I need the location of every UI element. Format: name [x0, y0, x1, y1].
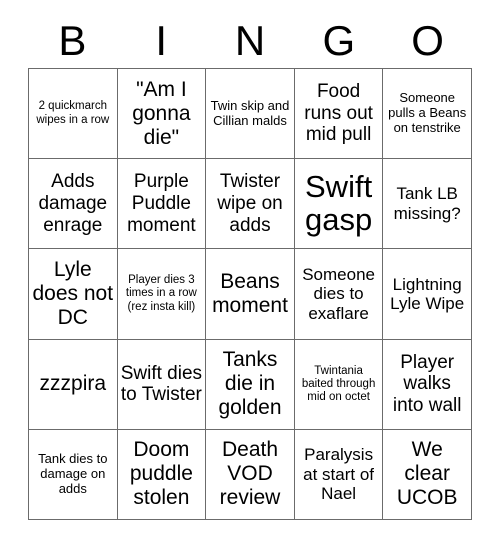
- bingo-cell[interactable]: Tank dies to damage on adds: [29, 429, 118, 520]
- bingo-cell-label: Twintania baited through mid on octet: [301, 364, 376, 403]
- bingo-cell[interactable]: Doom puddle stolen: [117, 429, 207, 520]
- bingo-cell-label: Paralysis at start of Nael: [303, 445, 375, 504]
- bingo-header-letter-g: G: [322, 17, 356, 64]
- bingo-cell[interactable]: zzzpira: [29, 339, 118, 430]
- bingo-cell[interactable]: Beans moment: [206, 249, 295, 340]
- bingo-cell-label: We clear UCOB: [396, 438, 458, 510]
- bingo-cell[interactable]: "Am I gonna die": [117, 69, 207, 160]
- bingo-cell-label: Purple Puddle moment: [127, 171, 196, 236]
- bingo-cell[interactable]: Lightning Lyle Wipe: [383, 249, 472, 340]
- bingo-cell-label: Lightning Lyle Wipe: [390, 274, 465, 313]
- bingo-cell-label: Adds damage enrage: [38, 171, 108, 236]
- bingo-cell[interactable]: Lyle does not DC: [29, 249, 118, 340]
- bingo-cell[interactable]: Purple Puddle moment: [117, 159, 207, 250]
- bingo-cell[interactable]: Player walks into wall: [383, 339, 472, 430]
- bingo-cell[interactable]: Adds damage enrage: [29, 159, 118, 250]
- bingo-cell[interactable]: Twintania baited through mid on octet: [294, 339, 384, 430]
- bingo-cell[interactable]: Tank LB missing?: [383, 159, 472, 250]
- bingo-cell[interactable]: Swift gasp: [294, 159, 384, 250]
- bingo-header-row: B I N G O: [28, 14, 472, 68]
- bingo-cell-label: Twister wipe on adds: [217, 171, 283, 236]
- bingo-cell-label: Death VOD review: [219, 438, 281, 510]
- bingo-cell-label: Lyle does not DC: [32, 258, 114, 329]
- bingo-cell[interactable]: We clear UCOB: [383, 429, 472, 520]
- bingo-cell[interactable]: Tanks die in golden: [206, 339, 295, 430]
- bingo-cell[interactable]: Swift dies to Twister: [117, 339, 207, 430]
- bingo-cell[interactable]: Death VOD review: [206, 429, 295, 520]
- bingo-header-letter-b: B: [58, 17, 87, 64]
- bingo-cell-label: zzzpira: [39, 372, 107, 396]
- bingo-cell-label: Doom puddle stolen: [129, 438, 193, 510]
- bingo-cell[interactable]: Someone pulls a Beans on tenstrike: [383, 69, 472, 160]
- bingo-cell[interactable]: Paralysis at start of Nael: [294, 429, 384, 520]
- bingo-cell-label: Tank dies to damage on adds: [38, 451, 108, 496]
- bingo-cell-label: Tank LB missing?: [393, 184, 461, 223]
- bingo-cell[interactable]: Food runs out mid pull: [294, 69, 384, 160]
- bingo-cell-label: "Am I gonna die": [132, 77, 191, 149]
- bingo-cell[interactable]: Someone dies to exaflare: [294, 249, 384, 340]
- bingo-cell-label: Someone dies to exaflare: [302, 264, 375, 323]
- bingo-cell[interactable]: Twin skip and Cillian malds: [206, 69, 295, 160]
- bingo-cell-label: Food runs out mid pull: [304, 81, 373, 146]
- bingo-cell-label: Twin skip and Cillian malds: [210, 97, 290, 128]
- bingo-header-letter-n: N: [234, 17, 266, 64]
- bingo-cell-label: Swift dies to Twister: [120, 362, 203, 406]
- bingo-cell[interactable]: 2 quickmarch wipes in a row: [29, 69, 118, 160]
- bingo-cell-label: Player dies 3 times in a row (rez insta …: [125, 274, 197, 313]
- bingo-cell-label: Swift gasp: [304, 168, 373, 237]
- bingo-cell[interactable]: Player dies 3 times in a row (rez insta …: [117, 249, 207, 340]
- bingo-card: B I N G O 2 quickmarch wipes in a row "A…: [0, 0, 500, 544]
- bingo-cell-label: Tanks die in golden: [218, 348, 282, 420]
- bingo-cell-label: Beans moment: [212, 270, 288, 317]
- bingo-cell-label: Player walks into wall: [392, 351, 462, 417]
- bingo-grid: 2 quickmarch wipes in a row "Am I gonna …: [28, 68, 472, 520]
- bingo-header-letter-i: I: [155, 17, 168, 64]
- bingo-cell[interactable]: Twister wipe on adds: [206, 159, 295, 250]
- bingo-cell-label: Someone pulls a Beans on tenstrike: [388, 90, 467, 135]
- bingo-header-letter-o: O: [411, 17, 444, 64]
- bingo-cell-label: 2 quickmarch wipes in a row: [36, 100, 110, 126]
